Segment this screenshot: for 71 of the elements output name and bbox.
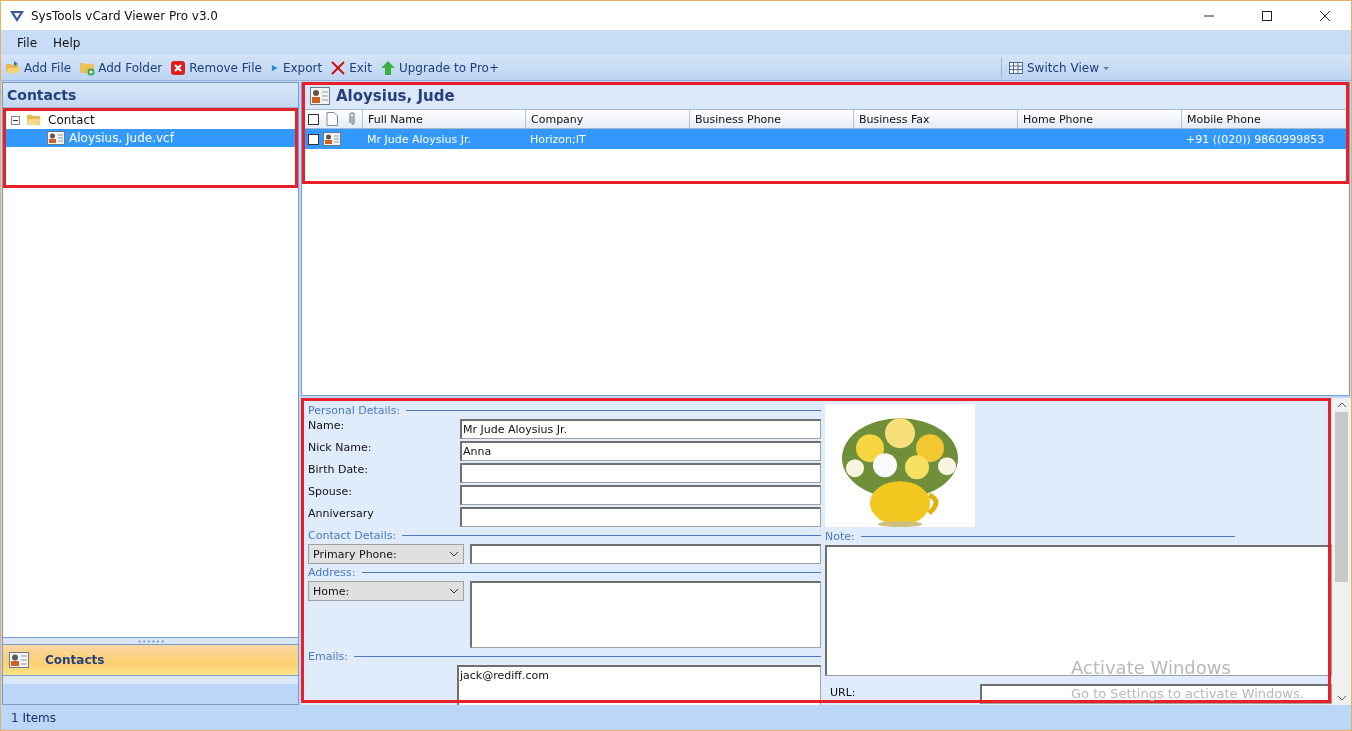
scrollbar-thumb[interactable] (1335, 412, 1348, 582)
exit-icon (330, 59, 347, 76)
nav-button[interactable]: Contacts (3, 644, 298, 676)
tree-item[interactable]: Contact (48, 113, 95, 127)
folder-icon (26, 113, 42, 127)
email-box[interactable]: jack@rediff.com (457, 665, 821, 705)
section-heading: Contact Details: (308, 529, 397, 542)
section-heading: Personal Details: (308, 404, 401, 417)
status-bar: 1 Items (1, 706, 1351, 730)
maximize-icon[interactable] (1261, 9, 1273, 22)
column-header[interactable]: Business Phone (689, 110, 853, 128)
activation-notice: Activate Windows (1071, 657, 1232, 678)
input-field[interactable]: Mr Jude Aloysius Jr. (460, 419, 821, 439)
field-label: Nick Name: (308, 441, 373, 454)
input-field[interactable] (460, 463, 821, 483)
menu-item[interactable]: File (9, 33, 46, 52)
input-field[interactable] (460, 507, 821, 527)
contact-card-icon (310, 87, 330, 105)
remove-icon (170, 59, 187, 76)
pane-header: Contacts (3, 83, 298, 108)
dropdown[interactable]: Home: (308, 581, 464, 601)
toolbar-button[interactable]: Upgrade to Pro+ (375, 56, 503, 79)
note-box[interactable] (825, 545, 1332, 677)
toolbar-button[interactable]: Exit (326, 56, 376, 79)
toolbar-button[interactable]: Remove File (166, 56, 266, 79)
field-label: Birth Date: (308, 463, 369, 476)
table-icon (1008, 59, 1024, 76)
open-folder-icon (5, 59, 21, 76)
section-heading: Emails: (308, 650, 348, 663)
toolbar-button[interactable]: Add File (1, 56, 76, 79)
scroll-down-icon[interactable] (1336, 695, 1347, 701)
input-field[interactable] (460, 485, 821, 505)
column-header[interactable]: Full Name (362, 110, 525, 128)
column-header[interactable]: Company (525, 110, 689, 128)
column-header[interactable]: Mobile Phone (1181, 110, 1349, 128)
collapse-icon[interactable] (11, 115, 20, 125)
input-field[interactable]: Anna (460, 441, 821, 461)
contact-card-icon (323, 132, 341, 146)
contact-card-icon (47, 131, 65, 145)
address-box[interactable] (470, 581, 821, 648)
section-heading: Note: (825, 529, 855, 543)
section-heading: Address: (308, 566, 356, 579)
column-header[interactable]: Home Phone (1017, 110, 1181, 128)
chevron-icon (449, 588, 459, 594)
activation-hint: Go to Settings to activate Windows. (1071, 686, 1304, 701)
close-icon[interactable] (1319, 9, 1331, 22)
input-field[interactable] (470, 544, 821, 564)
switch-view-button[interactable]: Switch View (1001, 56, 1351, 79)
table-cell: Horizon;IT (530, 132, 586, 146)
contact-title: Aloysius, Jude (336, 87, 455, 105)
toolbar-button[interactable]: Export (265, 56, 327, 79)
field-label: Name: (308, 419, 346, 432)
dropdown[interactable]: Primary Phone: (308, 544, 464, 564)
select-all-checkbox[interactable] (308, 113, 319, 125)
toolbar-button[interactable]: Add Folder (75, 56, 167, 79)
contact-card-icon (9, 652, 29, 668)
scroll-up-icon[interactable] (1336, 402, 1347, 408)
field-label: Spouse: (308, 485, 353, 498)
table-cell: Mr Jude Aloysius Jr. (367, 132, 472, 146)
grip-icon[interactable] (136, 639, 165, 643)
row-checkbox[interactable] (308, 133, 319, 145)
field-label: Anniversary (308, 507, 375, 520)
field-label: URL: (829, 685, 857, 700)
paperclip-icon (347, 112, 357, 126)
chevron-icon (449, 551, 459, 557)
window-title: SysTools vCard Viewer Pro v3.0 (31, 8, 218, 23)
page-icon (326, 112, 338, 126)
column-header[interactable]: Business Fax (853, 110, 1017, 128)
up-arrow-icon (379, 59, 396, 76)
menu-item[interactable]: Help (45, 33, 89, 52)
table-cell: +91 ((020)) 9860999853 (1186, 132, 1325, 146)
